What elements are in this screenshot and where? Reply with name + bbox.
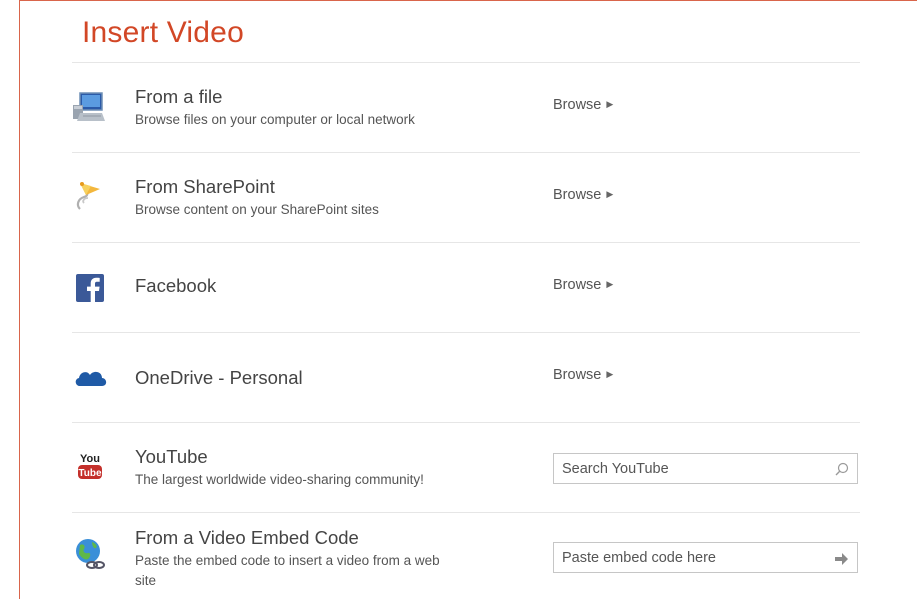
source-description: Browse content on your SharePoint sites [135,202,379,217]
globe-link-icon [74,537,106,578]
source-from-file[interactable]: From a file Browse files on your compute… [72,62,860,153]
source-youtube[interactable]: You Tube YouTube The largest worldwide v… [72,422,860,513]
source-description-line2: site [135,573,157,588]
browse-file-button[interactable]: Browse ▶ [553,97,613,113]
caret-right-icon: ▶ [606,99,614,109]
source-description: Browse files on your computer or local n… [135,112,415,127]
sharepoint-icon [74,179,104,218]
source-embed-code[interactable]: From a Video Embed Code Paste the embed … [72,512,860,600]
browse-facebook-button[interactable]: Browse ▶ [553,277,613,293]
onedrive-cloud-icon [74,367,108,392]
source-name: From a Video Embed Code [135,527,359,548]
source-name: Facebook [135,275,217,296]
caret-right-icon: ▶ [606,189,614,199]
svg-text:You: You [80,453,100,465]
dialog-title: Insert Video [82,16,244,49]
caret-right-icon: ▶ [606,279,614,289]
browse-label: Browse [553,367,602,383]
source-facebook[interactable]: Facebook Browse ▶ [72,242,860,333]
facebook-icon [76,274,104,307]
source-name: From SharePoint [135,176,275,197]
embed-code-input[interactable] [554,543,832,572]
youtube-icon: You Tube [76,451,104,488]
youtube-search-box[interactable] [553,453,858,484]
embed-code-box[interactable] [553,542,858,573]
insert-arrow-icon[interactable] [835,552,849,570]
computer-icon [72,91,106,128]
source-name: From a file [135,86,223,107]
source-description: The largest worldwide video-sharing comm… [135,472,424,487]
source-sharepoint[interactable]: From SharePoint Browse content on your S… [72,152,860,243]
browse-label: Browse [553,277,602,293]
youtube-search-input[interactable] [554,454,832,483]
browse-label: Browse [553,97,602,113]
browse-onedrive-button[interactable]: Browse ▶ [553,367,613,383]
browse-sharepoint-button[interactable]: Browse ▶ [553,187,613,203]
source-name: YouTube [135,446,208,467]
source-onedrive[interactable]: OneDrive - Personal Browse ▶ [72,332,860,423]
source-name: OneDrive - Personal [135,367,303,388]
browse-label: Browse [553,187,602,203]
svg-text:Tube: Tube [78,468,102,479]
caret-right-icon: ▶ [606,369,614,379]
search-icon[interactable] [835,462,849,481]
source-description-line1: Paste the embed code to insert a video f… [135,553,440,568]
